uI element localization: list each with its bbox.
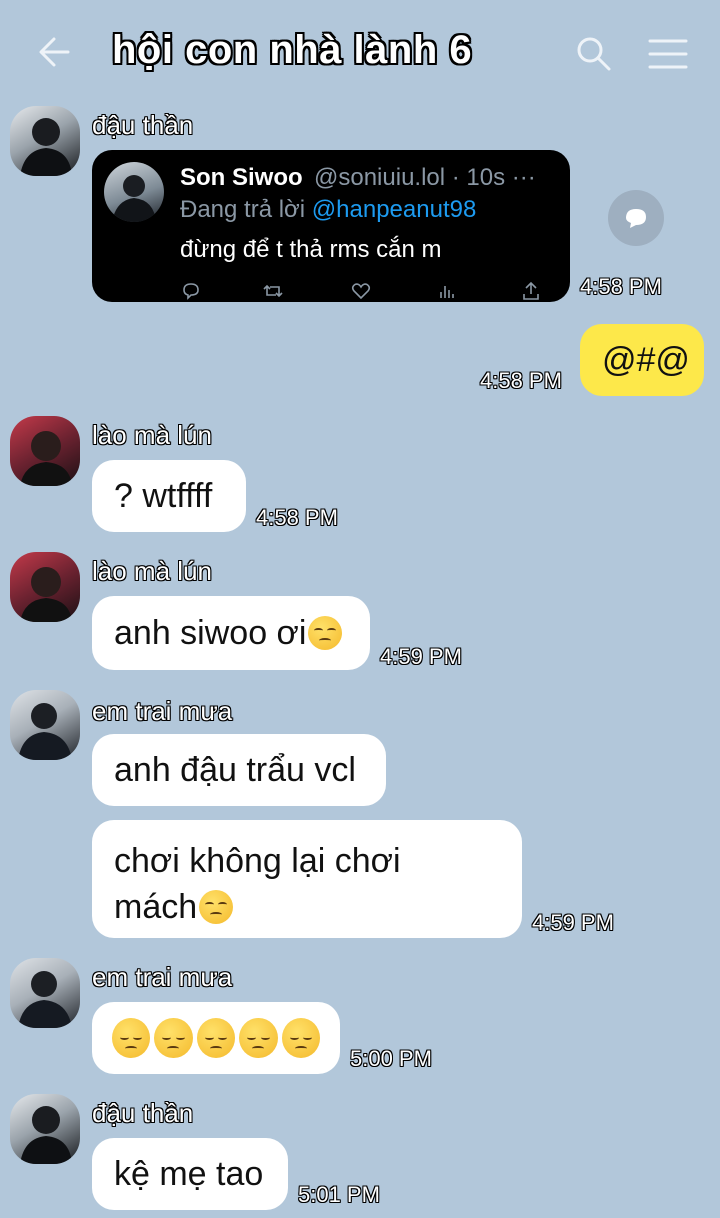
tweet-replying-line: Đang trả lời @hanpeanut98: [180, 196, 476, 224]
pensive-face-emoji-icon: [112, 1018, 151, 1058]
message-text-line: mách: [114, 884, 500, 930]
avatar[interactable]: [10, 106, 80, 176]
message-bubble[interactable]: kệ mẹ tao: [92, 1138, 288, 1210]
message-time: 4:58 PM: [256, 505, 338, 530]
menu-button[interactable]: [648, 38, 688, 70]
share-icon[interactable]: [520, 280, 542, 302]
message-time: 5:00 PM: [350, 1046, 432, 1071]
message-bubble[interactable]: chơi không lại chơi mách: [92, 820, 522, 938]
like-icon[interactable]: [350, 280, 372, 302]
sender-name: đậu thần: [92, 110, 194, 140]
pensive-face-emoji-icon: [281, 1018, 321, 1058]
message-bubble[interactable]: anh siwoo ơi: [92, 596, 370, 670]
views-icon[interactable]: [436, 280, 458, 302]
person-photo: [20, 431, 72, 486]
avatar[interactable]: [10, 552, 80, 622]
reply-icon[interactable]: [180, 280, 202, 302]
replying-mention-link[interactable]: @hanpeanut98: [312, 196, 477, 223]
chat-bubble-icon: [626, 209, 646, 228]
message-bubble[interactable]: ? wtffff: [92, 460, 246, 532]
avatar[interactable]: [10, 690, 80, 760]
arrow-left-icon: [39, 37, 70, 67]
message-text: kệ mẹ tao: [114, 1154, 264, 1193]
message-time: 4:58 PM: [580, 274, 662, 299]
forward-button[interactable]: [608, 190, 664, 246]
sender-name: đậu thần: [92, 1098, 194, 1128]
message-time: 4:59 PM: [532, 910, 614, 935]
chat-title: hội con nhà lành 6: [112, 28, 473, 72]
message-text-line: chơi không lại chơi: [114, 842, 401, 880]
pensive-face-emoji-icon: [154, 1018, 193, 1058]
pensive-face-emoji-icon: [239, 1018, 278, 1058]
retweet-icon[interactable]: [262, 280, 284, 302]
person-photo: [20, 1106, 72, 1164]
chat-header: hội con nhà lành 6: [0, 0, 720, 100]
sender-name: em trai mưa: [92, 962, 233, 992]
message-text: ? wtffff: [114, 476, 213, 515]
person-photo: [20, 567, 72, 622]
message-text: anh đậu trẩu vcl: [114, 750, 356, 789]
message-bubble-mine[interactable]: @#@: [580, 324, 704, 396]
avatar[interactable]: [10, 1094, 80, 1164]
search-icon: [577, 37, 611, 71]
person-photo: [18, 703, 72, 760]
back-button[interactable]: [34, 32, 74, 72]
sweat-smile-emoji-icon: [199, 890, 234, 924]
message-text: anh siwoo ơi: [114, 613, 307, 652]
hamburger-menu-icon: [648, 39, 688, 69]
tweet-avatar: [104, 162, 164, 222]
squinting-tongue-emoji-icon: [308, 616, 343, 650]
person-photo: [18, 971, 72, 1028]
sender-name: lào mà lún: [92, 556, 212, 586]
replying-prefix: Đang trả lời: [180, 196, 306, 223]
sender-name: em trai mưa: [92, 696, 233, 726]
tweet-actions: [92, 280, 570, 302]
tweet-handle-time: @soniuiu.lol · 10s ···: [314, 164, 536, 191]
message-text: @#@: [602, 340, 690, 379]
message-bubble[interactable]: [92, 1002, 340, 1074]
search-button[interactable]: [574, 34, 614, 74]
sender-name: lào mà lún: [92, 420, 212, 450]
tweet-card[interactable]: Son Siwoo @soniuiu.lol · 10s ··· Đang tr…: [92, 150, 570, 302]
message-time: 4:58 PM: [480, 368, 562, 393]
pensive-face-emoji-icon: [196, 1018, 236, 1058]
message-time: 5:01 PM: [298, 1182, 380, 1207]
message-time: 4:59 PM: [380, 644, 462, 669]
tweet-author-name: Son Siwoo: [180, 164, 303, 191]
tweet-text: đừng để t thả rms cắn m: [180, 236, 442, 263]
avatar[interactable]: [10, 416, 80, 486]
person-photo: [20, 118, 72, 176]
avatar[interactable]: [10, 958, 80, 1028]
message-bubble[interactable]: anh đậu trẩu vcl: [92, 734, 386, 806]
